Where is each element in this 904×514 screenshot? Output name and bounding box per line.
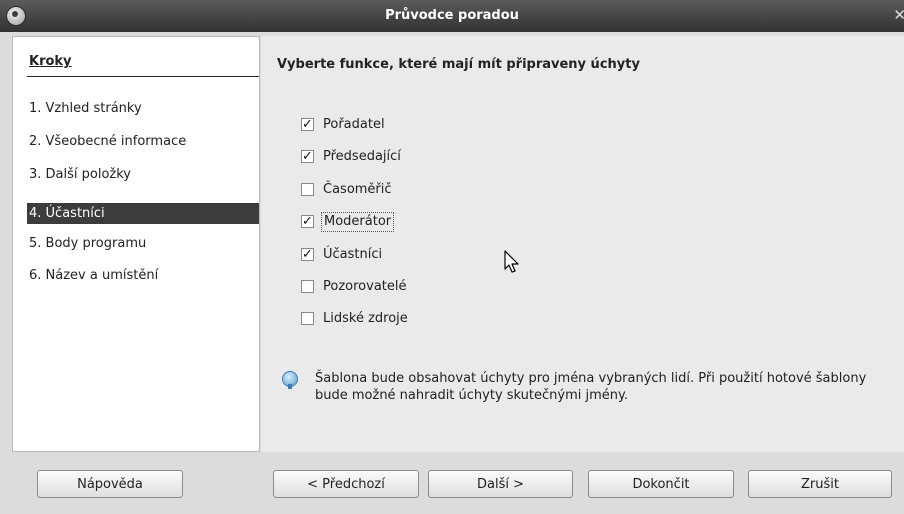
option-label: Účastníci (323, 247, 383, 262)
option-label: Pořadatel (323, 117, 385, 132)
lightbulb-icon (282, 371, 298, 389)
main-panel: Vyberte funkce, které mají mít připraven… (261, 36, 904, 452)
info-text: Šablona bude obsahovat úchyty pro jména … (315, 371, 867, 403)
step-additional-items[interactable]: 3. Další položky (27, 164, 259, 185)
checkbox[interactable] (301, 183, 314, 196)
back-button[interactable]: < Předchozí (273, 470, 419, 498)
page-heading: Vyberte funkce, které mají mít připraven… (277, 57, 640, 72)
step-name-location[interactable]: 6. Název a umístění (27, 265, 259, 286)
step-agenda-items[interactable]: 5. Body programu (27, 233, 259, 254)
steps-panel: Kroky 1. Vzhled stránky 2. Všeobecné inf… (12, 36, 260, 452)
option-label: Lidské zdroje (323, 311, 408, 326)
finish-button[interactable]: Dokončit (588, 470, 734, 498)
step-label: 3. Další položky (29, 167, 131, 182)
checkbox[interactable] (301, 212, 314, 232)
option-label: Předsedající (323, 149, 401, 164)
checkbox[interactable] (301, 245, 314, 265)
step-general-info[interactable]: 2. Všeobecné informace (27, 131, 259, 152)
step-label: 1. Vzhled stránky (29, 101, 142, 116)
option-label: Časoměřič (323, 182, 392, 197)
step-page-design[interactable]: 1. Vzhled stránky (27, 98, 259, 119)
step-label: 6. Název a umístění (29, 268, 159, 283)
close-icon[interactable]: ✕ (893, 6, 904, 24)
step-participants[interactable]: 4. Účastníci (27, 203, 259, 224)
checkbox[interactable] (301, 147, 314, 167)
option-label: Pozorovatelé (323, 279, 407, 294)
checkbox[interactable] (301, 115, 314, 135)
cancel-button[interactable]: Zrušit (748, 470, 892, 498)
checkbox[interactable] (301, 280, 314, 293)
next-button[interactable]: Další > (428, 470, 573, 498)
steps-divider (27, 76, 259, 77)
option-label: Moderátor (321, 212, 395, 232)
window-title: Průvodce poradou (385, 8, 519, 23)
checkbox[interactable] (301, 312, 314, 325)
help-button[interactable]: Nápověda (37, 470, 183, 498)
step-label: 4. Účastníci (29, 206, 105, 221)
steps-title: Kroky (29, 54, 72, 69)
mouse-cursor-icon (504, 250, 519, 273)
step-label: 2. Všeobecné informace (29, 134, 187, 149)
title-bar: Průvodce poradou ✕ (0, 0, 904, 32)
step-label: 5. Body programu (29, 236, 147, 251)
